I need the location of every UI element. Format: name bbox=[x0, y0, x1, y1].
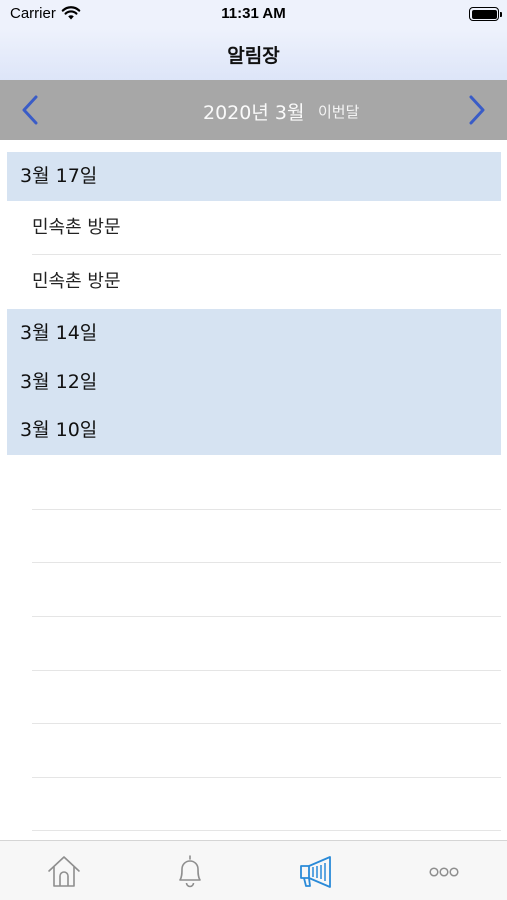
row-separator bbox=[32, 562, 501, 563]
section-header-date[interactable]: 3월 17일 bbox=[7, 152, 501, 201]
previous-month-button[interactable] bbox=[16, 95, 46, 125]
row-separator bbox=[32, 830, 501, 831]
section-header-date[interactable]: 3월 10일 bbox=[7, 406, 501, 455]
clock-time: 11:31 AM bbox=[221, 5, 286, 22]
chevron-right-icon bbox=[469, 95, 485, 125]
month-selector-bar: 2020년 3월 이번달 bbox=[0, 80, 507, 140]
home-icon bbox=[48, 856, 80, 887]
navigation-bar: 알림장 bbox=[0, 28, 507, 80]
page-title: 알림장 bbox=[227, 45, 280, 67]
tab-announcements[interactable] bbox=[297, 853, 337, 889]
this-month-button[interactable]: 이번달 bbox=[318, 101, 359, 122]
section-header-date[interactable]: 3월 12일 bbox=[7, 358, 501, 407]
list-item[interactable]: 민속촌 방문 bbox=[7, 201, 501, 255]
more-icon bbox=[429, 867, 459, 877]
tab-bar bbox=[0, 840, 507, 900]
status-bar: Carrier 11:31 AM bbox=[0, 0, 507, 28]
bell-icon bbox=[179, 855, 201, 888]
list-item[interactable]: 민속촌 방문 bbox=[7, 255, 501, 309]
tab-notifications[interactable] bbox=[170, 853, 210, 889]
row-separator bbox=[32, 670, 501, 671]
tab-home[interactable] bbox=[44, 853, 84, 889]
row-separator bbox=[32, 723, 501, 724]
row-separator bbox=[32, 616, 501, 617]
megaphone-icon bbox=[300, 856, 331, 888]
row-separator bbox=[32, 777, 501, 778]
chevron-left-icon bbox=[22, 95, 38, 125]
battery-icon bbox=[469, 7, 502, 21]
current-month-label: 2020년 3월 bbox=[203, 102, 305, 124]
tab-more[interactable] bbox=[424, 853, 464, 889]
row-separator bbox=[32, 509, 501, 510]
section-header-date[interactable]: 3월 14일 bbox=[7, 309, 501, 358]
next-month-button[interactable] bbox=[461, 95, 491, 125]
